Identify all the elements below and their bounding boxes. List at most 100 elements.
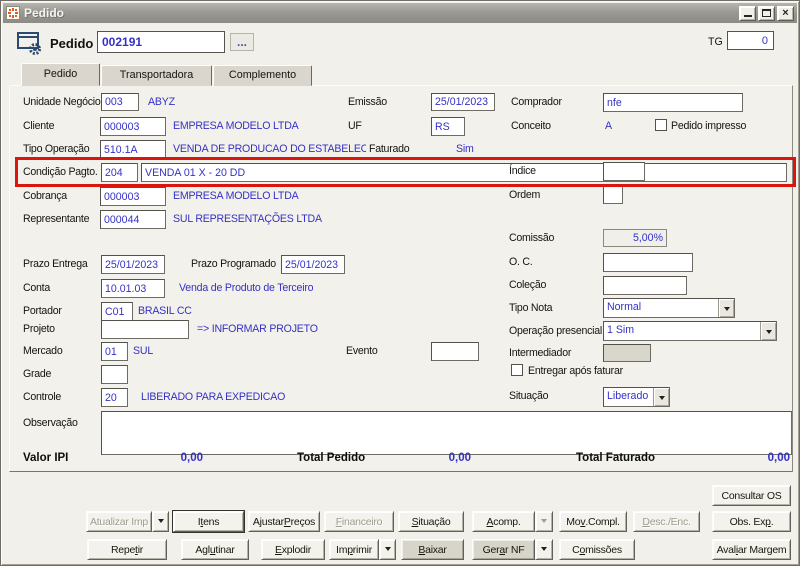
tab-complemento[interactable]: Complemento xyxy=(213,65,312,86)
comissao-label: Comissão xyxy=(509,232,555,244)
atualizar-imp-button[interactable]: Atualizar Imp xyxy=(86,511,152,532)
close-button[interactable]: × xyxy=(777,5,794,21)
chevron-down-icon[interactable] xyxy=(718,299,734,317)
tipo-nota-value: Normal xyxy=(607,301,642,313)
order-form-icon xyxy=(16,29,43,61)
total-pedido-label: Total Pedido xyxy=(297,452,366,464)
uf-input[interactable] xyxy=(431,117,465,136)
total-pedido-value: 0,00 xyxy=(448,452,471,464)
operacao-presencial-select[interactable]: 1 Sim xyxy=(603,321,777,341)
grade-input[interactable] xyxy=(101,365,128,384)
cliente-input[interactable] xyxy=(100,117,166,136)
app-icon xyxy=(6,6,20,20)
tipo-nota-label: Tipo Nota xyxy=(509,302,553,314)
financeiro-button[interactable]: Financeiro xyxy=(324,511,394,532)
browse-ellipsis-button[interactable]: ... xyxy=(230,33,254,51)
ajustar-precos-button[interactable]: Ajustar Preços xyxy=(248,511,320,532)
operacao-presencial-value: 1 Sim xyxy=(607,324,635,336)
cobranca-input[interactable] xyxy=(100,187,166,206)
tipo-operacao-label: Tipo Operação xyxy=(23,143,90,155)
portador-input[interactable] xyxy=(101,302,133,321)
grade-label: Grade xyxy=(23,368,52,380)
tipo-operacao-desc: VENDA DE PRODUCAO DO ESTABELECIMEI xyxy=(173,143,366,155)
chevron-down-icon[interactable] xyxy=(760,322,776,340)
observacao-label: Observação xyxy=(23,417,78,429)
ordem-input[interactable] xyxy=(603,186,623,204)
atualizar-imp-dropdown-arrow[interactable] xyxy=(152,511,169,532)
cobranca-desc: EMPRESA MODELO LTDA xyxy=(173,190,299,202)
maximize-button[interactable] xyxy=(758,5,775,21)
condicao-pagto-code-input[interactable] xyxy=(101,163,138,182)
situacao-label: Situação xyxy=(509,390,549,402)
intermediador-input xyxy=(603,344,651,362)
comissao-value xyxy=(603,229,667,247)
conta-input[interactable] xyxy=(101,279,165,298)
mov-compl-button[interactable]: Mo v .Compl. xyxy=(559,511,627,532)
indice-input[interactable] xyxy=(603,162,645,181)
situacao-button[interactable]: Situação xyxy=(398,511,464,532)
oc-input[interactable] xyxy=(603,253,693,272)
chevron-down-icon[interactable] xyxy=(653,388,669,406)
oc-label: O. C. xyxy=(509,256,533,268)
repetir-button[interactable]: Repe t ir xyxy=(87,539,167,560)
evento-input[interactable] xyxy=(431,342,479,361)
representante-desc: SUL REPRESENTAÇÕES LTDA xyxy=(173,213,322,225)
prazo-entrega-input[interactable] xyxy=(101,255,165,274)
prazo-programado-input[interactable] xyxy=(281,255,345,274)
controle-input[interactable] xyxy=(101,388,128,407)
explodir-button[interactable]: Explodir xyxy=(261,539,325,560)
evento-label: Evento xyxy=(346,345,378,357)
acomp-dropdown-arrow[interactable] xyxy=(535,511,553,532)
baixar-button[interactable]: Baixar xyxy=(401,539,464,560)
emissao-label: Emissão xyxy=(348,96,387,108)
tg-input[interactable] xyxy=(727,31,774,50)
projeto-input[interactable] xyxy=(101,320,189,339)
tab-transportadora[interactable]: Transportadora xyxy=(101,65,212,86)
portador-desc: BRASIL CC xyxy=(138,305,192,317)
observacao-textarea[interactable] xyxy=(101,411,792,455)
imprimir-dropdown-arrow[interactable] xyxy=(379,539,396,560)
gerar-nf-button[interactable]: Ger a r NF xyxy=(472,539,535,560)
order-number-input[interactable] xyxy=(97,31,225,53)
prazo-entrega-label: Prazo Entrega xyxy=(23,258,88,270)
comprador-label: Comprador xyxy=(511,96,562,108)
acomp-button[interactable]: Acomp. xyxy=(472,511,535,532)
ordem-label: Ordem xyxy=(509,189,541,201)
faturado-value: Sim xyxy=(456,143,474,155)
entregar-apos-faturar-label: Entregar após faturar xyxy=(528,365,623,377)
portador-label: Portador xyxy=(23,305,62,317)
controle-label: Controle xyxy=(23,391,62,403)
mercado-input[interactable] xyxy=(101,342,128,361)
mercado-desc: SUL xyxy=(133,345,154,357)
tipo-nota-select[interactable]: Normal xyxy=(603,298,735,318)
minimize-button[interactable] xyxy=(739,5,756,21)
projeto-hint: => INFORMAR PROJETO xyxy=(197,323,318,335)
condicao-pagto-desc-input[interactable] xyxy=(141,163,787,182)
desc-enc-button[interactable]: Desc./Enc. xyxy=(633,511,700,532)
tab-pedido[interactable]: Pedido xyxy=(21,63,100,86)
comissoes-button[interactable]: Co missões xyxy=(559,539,635,560)
colecao-input[interactable] xyxy=(603,276,687,295)
emissao-input[interactable] xyxy=(431,93,495,111)
prazo-programado-label: Prazo Programado xyxy=(191,258,276,270)
avaliar-margem-button[interactable]: Aval i ar Margem xyxy=(712,539,791,560)
projeto-label: Projeto xyxy=(23,323,55,335)
gerar-nf-dropdown-arrow[interactable] xyxy=(535,539,553,560)
unidade-negocio-input[interactable] xyxy=(101,93,139,111)
colecao-label: Coleção xyxy=(509,279,547,291)
conceito-label: Conceito xyxy=(511,120,551,132)
obs-exp-button[interactable]: Obs. Ex p. xyxy=(712,511,791,532)
consultar-os-button[interactable]: Consultar OS xyxy=(712,485,791,506)
pedido-impresso-checkbox[interactable] xyxy=(655,119,667,131)
total-faturado-value: 0,00 xyxy=(767,452,790,464)
tipo-operacao-input[interactable] xyxy=(100,140,166,159)
entregar-apos-faturar-checkbox[interactable] xyxy=(511,364,523,376)
representante-input[interactable] xyxy=(100,210,166,229)
faturado-label: Faturado xyxy=(369,143,410,155)
situacao-select[interactable]: Liberado xyxy=(603,387,670,407)
itens-button[interactable]: It ens xyxy=(173,511,244,532)
imprimir-button[interactable]: Im p rimir xyxy=(329,539,379,560)
aglutinar-button[interactable]: Agl u tinar xyxy=(181,539,249,560)
cobranca-label: Cobrança xyxy=(23,190,67,202)
comprador-input[interactable] xyxy=(603,93,743,112)
